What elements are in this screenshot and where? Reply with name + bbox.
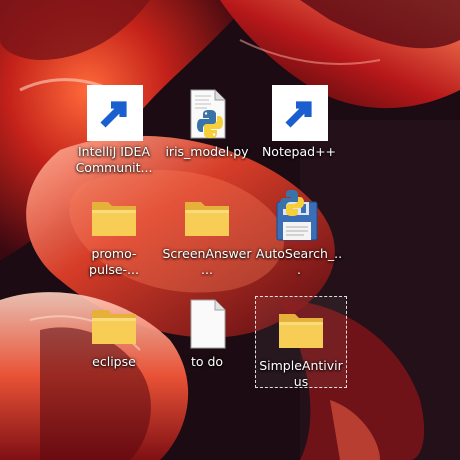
python-file-icon (179, 86, 235, 142)
icon-label: to do (190, 354, 224, 369)
desktop-icon-promo-pulse[interactable]: promo-pulse-... (67, 184, 161, 278)
desktop: IJ IntelliJ IDEA Communit... iris_model.… (0, 0, 460, 460)
desktop-icon-notepadpp[interactable]: ++ Notepad++ (252, 82, 346, 160)
icon-label: ScreenAnswer... (162, 246, 252, 277)
blank-file-icon (179, 296, 235, 352)
notepadpp-icon: ++ (271, 85, 328, 142)
icon-label: IntelliJ IDEA Communit... (75, 144, 153, 175)
desktop-icon-simpleantivirus[interactable]: SimpleAntivirus (255, 296, 347, 389)
folder-icon (273, 300, 329, 356)
desktop-icon-iris-model[interactable]: iris_model.py (160, 82, 254, 160)
desktop-icon-screenanswer[interactable]: ScreenAnswer... (160, 184, 254, 278)
desktop-icon-eclipse[interactable]: eclipse (67, 292, 161, 370)
icon-label: Notepad++ (261, 144, 337, 159)
intellij-icon: IJ (86, 85, 143, 142)
icon-label: promo-pulse-... (89, 246, 139, 277)
desktop-icon-autosearch[interactable]: AutoSearch_... (252, 184, 346, 278)
folder-icon (86, 188, 142, 244)
python-save-icon (271, 188, 327, 244)
desktop-icon-intellij[interactable]: IJ IntelliJ IDEA Communit... (67, 82, 161, 176)
icon-label: SimpleAntivirus (259, 358, 343, 389)
icon-label: eclipse (92, 354, 136, 369)
icon-label: iris_model.py (165, 144, 249, 159)
folder-icon (179, 188, 235, 244)
shortcut-arrow-icon (272, 85, 328, 141)
icon-label: AutoSearch_... (255, 246, 343, 277)
folder-icon (86, 296, 142, 352)
desktop-icon-to-do[interactable]: to do (160, 292, 254, 370)
shortcut-arrow-icon (87, 85, 143, 141)
